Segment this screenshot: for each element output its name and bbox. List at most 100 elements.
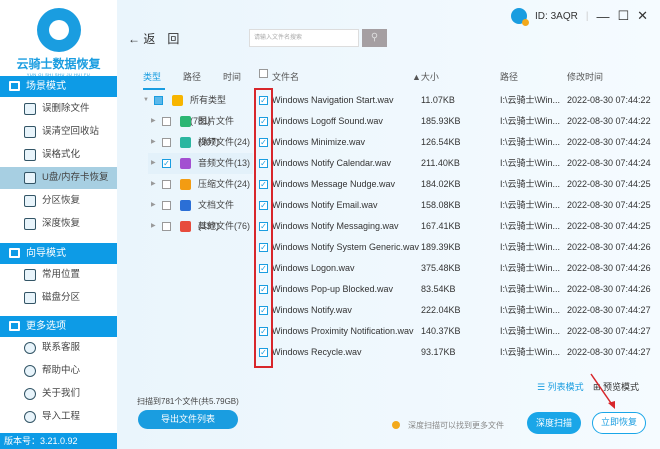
- sidebar-item-label: 关于我们: [42, 388, 81, 399]
- info-icon: [392, 421, 400, 429]
- file-name: Windows Notify System Generic.wav: [272, 242, 420, 252]
- sidebar-item[interactable]: 导入工程: [0, 406, 117, 428]
- table-row[interactable]: ✓ Windows Logoff Sound.wav 185.93KB I:\云骑士\…: [255, 111, 655, 132]
- file-time: 2022-08-30 07:44:26: [567, 263, 651, 273]
- file-type-node[interactable]: ▼ 所有类型(781): [140, 90, 245, 126]
- file-type-node[interactable]: ▶ 视频文件(24): [148, 132, 253, 153]
- maximize-button[interactable]: ☐: [617, 8, 629, 24]
- user-avatar-icon[interactable]: [511, 8, 530, 26]
- format-icon: [24, 149, 36, 161]
- tab-time[interactable]: 时间: [223, 70, 263, 83]
- highlight-box: [254, 88, 273, 368]
- file-name: Windows Notify.wav: [272, 305, 352, 315]
- file-size: 189.39KB: [421, 242, 461, 252]
- section-icon: [9, 248, 20, 258]
- type-checkbox[interactable]: [162, 138, 171, 147]
- sidebar-item[interactable]: 帮助中心: [0, 360, 117, 382]
- sidebar-item[interactable]: 磁盘分区: [0, 287, 117, 309]
- table-row[interactable]: ✓ Windows Logon.wav 375.48KB I:\云骑士\Win... 2…: [255, 258, 655, 279]
- sidebar-item-label: 误格式化: [42, 149, 81, 160]
- sidebar-item[interactable]: 误格式化: [0, 144, 117, 166]
- scan-count: 扫描到781个文件(共5.79GB): [137, 397, 239, 406]
- user-id: ID: 3AQR: [535, 10, 578, 22]
- sidebar-item-label: 常用位置: [42, 269, 81, 280]
- file-name: Windows Notify Messaging.wav: [272, 221, 399, 231]
- expand-arrow-icon[interactable]: ▶: [151, 174, 156, 195]
- file-type-node[interactable]: ▶ 压缩文件(24): [148, 174, 253, 195]
- list-icon: ☰: [537, 382, 548, 392]
- deep-scan-button[interactable]: 深度扫描: [527, 412, 581, 434]
- table-row[interactable]: ✓ Windows Notify System Generic.wav 189.39…: [255, 237, 655, 258]
- table-row[interactable]: ✓ Windows Notify Calendar.wav 211.40KB I:\云…: [255, 153, 655, 174]
- expand-arrow-icon[interactable]: ▶: [151, 153, 156, 174]
- type-checkbox[interactable]: ✓: [162, 159, 171, 168]
- file-path: I:\云骑士\Win...: [500, 221, 561, 231]
- sidebar-item[interactable]: U盘/内存卡恢复: [0, 167, 117, 189]
- table-row[interactable]: ✓ Windows Message Nudge.wav 184.02KB I:\云骑士…: [255, 174, 655, 195]
- file-type-node[interactable]: ▶ ✓ 音频文件(13): [148, 153, 253, 174]
- type-checkbox[interactable]: [162, 180, 171, 189]
- tab-path[interactable]: 路径: [183, 70, 223, 83]
- phone-icon: [24, 342, 36, 354]
- table-row[interactable]: ✓ Windows Minimize.wav 126.54KB I:\云骑士\Win.…: [255, 132, 655, 153]
- sidebar-item[interactable]: 分区恢复: [0, 190, 117, 212]
- expand-arrow-icon[interactable]: ▶: [151, 216, 156, 237]
- sidebar-item[interactable]: 误清空回收站: [0, 121, 117, 143]
- file-path: I:\云骑士\Win...: [500, 200, 561, 210]
- select-all-checkbox[interactable]: [259, 69, 268, 78]
- file-type-label: 其他文件(76): [198, 221, 251, 231]
- file-name: Windows Message Nudge.wav: [272, 179, 396, 189]
- expand-arrow-icon[interactable]: ▼: [143, 90, 149, 111]
- tab-type[interactable]: 类型: [143, 70, 183, 83]
- file-time: 2022-08-30 07:44:27: [567, 347, 651, 357]
- search-input[interactable]: 请输入文件名搜索: [249, 29, 359, 47]
- file-type-label: 音频文件(13): [198, 158, 251, 168]
- file-name: Windows Navigation Start.wav: [272, 95, 394, 105]
- expand-arrow-icon[interactable]: ▶: [151, 111, 156, 132]
- help-icon: [24, 365, 36, 377]
- minimize-button[interactable]: —: [596, 9, 609, 24]
- filter-tabs: 类型 路径 时间: [143, 70, 263, 83]
- file-type-node[interactable]: ▶ 图片文件(307): [148, 111, 253, 147]
- table-row[interactable]: ✓ Windows Notify Messaging.wav 167.41KB I:\…: [255, 216, 655, 237]
- table-row[interactable]: ✓ Windows Navigation Start.wav 11.07KB I:\云…: [255, 90, 655, 111]
- file-size: 375.48KB: [421, 263, 461, 273]
- table-row[interactable]: ✓ Windows Notify Email.wav 158.08KB I:\云骑士\…: [255, 195, 655, 216]
- sidebar-item[interactable]: 联系客服: [0, 337, 117, 359]
- file-type-icon: [180, 200, 191, 211]
- sidebar-item[interactable]: 关于我们: [0, 383, 117, 405]
- table-row[interactable]: ✓ Windows Recycle.wav 93.17KB I:\云骑士\Win...…: [255, 342, 655, 363]
- close-button[interactable]: ✕: [637, 8, 648, 24]
- sidebar-item-label: 磁盘分区: [42, 292, 81, 303]
- file-time: 2022-08-30 07:44:22: [567, 95, 651, 105]
- sidebar-item[interactable]: 误删除文件: [0, 98, 117, 120]
- header-time[interactable]: 修改时间: [567, 70, 603, 83]
- file-type-node[interactable]: ▶ 文档文件(337): [148, 195, 253, 231]
- back-button[interactable]: ← 返 回: [128, 30, 179, 47]
- logo-icon: [36, 8, 81, 52]
- expand-arrow-icon[interactable]: ▶: [151, 195, 156, 216]
- recover-now-button[interactable]: 立即恢复: [592, 412, 646, 434]
- header-path[interactable]: 路径: [500, 70, 518, 83]
- type-checkbox[interactable]: [162, 201, 171, 210]
- header-size[interactable]: ▲大小: [412, 70, 439, 83]
- type-checkbox[interactable]: [154, 96, 163, 105]
- expand-arrow-icon[interactable]: ▶: [151, 132, 156, 153]
- list-mode-button[interactable]: ☰ 列表模式: [537, 380, 584, 393]
- table-row[interactable]: ✓ Windows Notify.wav 222.04KB I:\云骑士\Win...…: [255, 300, 655, 321]
- sidebar-item[interactable]: 深度恢复: [0, 213, 117, 235]
- type-checkbox[interactable]: [162, 222, 171, 231]
- sidebar-item-label: 联系客服: [42, 342, 81, 353]
- file-type-node[interactable]: ▶ 其他文件(76): [148, 216, 253, 237]
- table-row[interactable]: ✓ Windows Pop-up Blocked.wav 83.54KB I:\云骑士…: [255, 279, 655, 300]
- export-list-button[interactable]: 导出文件列表: [138, 410, 238, 429]
- file-type-label: 视频文件(24): [198, 137, 251, 147]
- table-row[interactable]: ✓ Windows Proximity Notification.wav 140.3…: [255, 321, 655, 342]
- sidebar-item[interactable]: 常用位置: [0, 264, 117, 286]
- type-checkbox[interactable]: [162, 117, 171, 126]
- file-type-icon: [180, 116, 191, 127]
- sidebar-item-label: 分区恢复: [42, 195, 81, 206]
- header-name[interactable]: 文件名: [272, 70, 299, 83]
- search-icon[interactable]: ⚲: [362, 29, 387, 47]
- file-name: Windows Minimize.wav: [272, 137, 366, 147]
